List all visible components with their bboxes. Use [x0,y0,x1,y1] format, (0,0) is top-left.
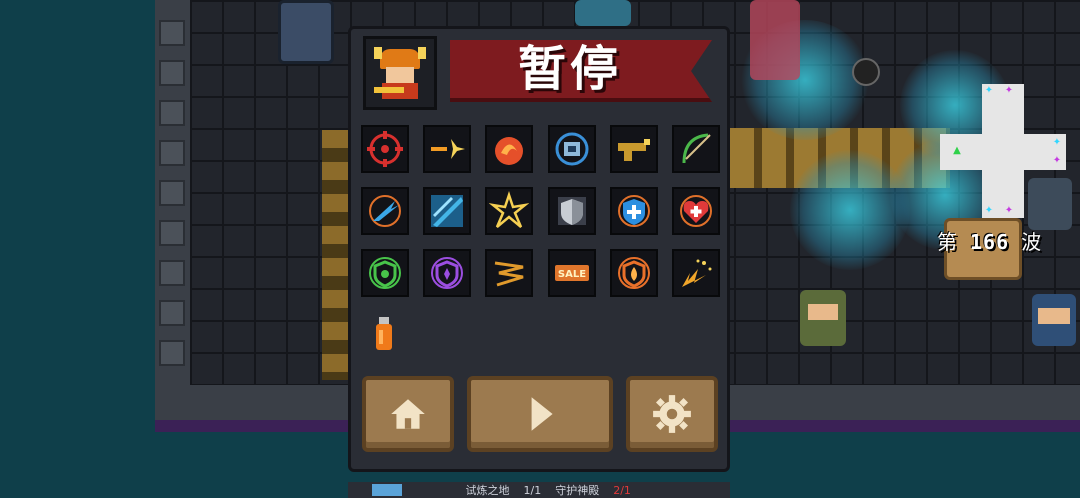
minimap-player-icon: ▲ [953,145,961,156]
fire-swirl-icon[interactable] [485,125,533,173]
blue-chip-icon[interactable] [548,125,596,173]
green-shield-icon[interactable] [361,249,409,297]
level-name-2: 守护神殿 [555,484,600,497]
speed-lines-icon[interactable] [485,249,533,297]
wave-suffix: 波 [1021,230,1043,254]
soldier-ally [800,290,846,346]
fire-shield-icon[interactable] [610,249,658,297]
red-heart-icon[interactable] [672,187,720,235]
gear-icon [653,395,691,433]
play-icon [531,397,553,431]
home-icon [391,399,425,429]
spiked-ball [852,58,880,86]
purple-shield-icon[interactable] [423,249,471,297]
character-portrait [363,36,437,110]
turret-enemy [575,0,631,26]
bottle-icon[interactable] [360,310,408,358]
turret-enemy [278,0,334,64]
home-button[interactable] [362,376,454,452]
blue-blade-icon[interactable] [423,187,471,235]
left-wall [155,0,190,432]
wave-number: 166 [970,230,1010,254]
level-progress-1: 1/1 [523,484,542,497]
golden-gun-icon[interactable] [610,125,658,173]
minimap-marker-icon: ✦ [984,205,994,216]
green-bow-icon[interactable] [672,125,720,173]
boss-enemy [750,0,800,80]
resume-button[interactable] [467,376,613,452]
sale-tag-icon[interactable]: SALE [548,249,596,297]
level-info-bar: 试炼之地 1/1 守护神殿 2/1 [348,482,730,498]
explosion-spark-icon[interactable] [672,249,720,297]
minimap-marker-icon: ✦ [1052,155,1062,166]
svg-text:SALE: SALE [558,269,586,280]
wave-counter: 第 166 波 [937,226,1042,255]
bullet-spark-icon[interactable] [423,125,471,173]
silver-shield-icon[interactable] [548,187,596,235]
wave-prefix: 第 [937,230,958,254]
crosshair-icon[interactable] [361,125,409,173]
level-name-1: 试炼之地 [465,484,510,497]
minimap-marker-icon: ✦ [1004,85,1014,96]
npc-character [1032,294,1076,346]
ice-arrow-icon[interactable] [361,187,409,235]
blue-health-shield-icon[interactable] [610,187,658,235]
knight-character-icon [374,47,426,99]
pause-title: 暂停 [517,41,622,97]
minimap-marker-icon: ✦ [1052,137,1062,148]
settings-button[interactable] [626,376,718,452]
level-progress-2: 2/1 [613,484,631,497]
minimap-marker-icon: ✦ [1004,205,1014,216]
badge-icon [372,484,402,496]
minimap-marker-icon: ✦ [984,85,994,96]
lightning-burst-icon[interactable] [485,187,533,235]
turret-enemy [1028,178,1072,230]
